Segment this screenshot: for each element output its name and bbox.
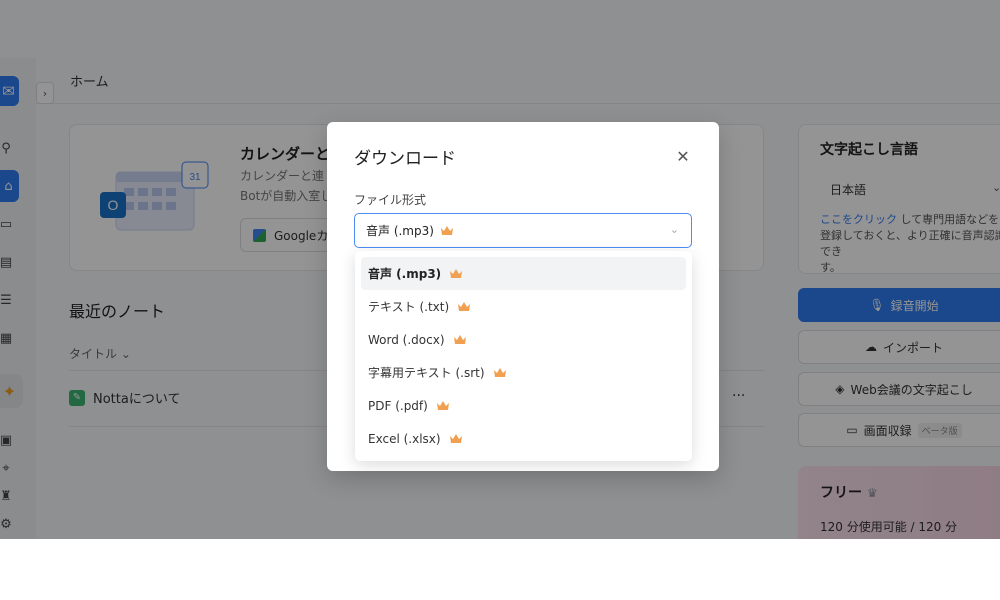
- format-option-txt[interactable]: テキスト (.txt): [361, 290, 686, 323]
- format-option-mp3[interactable]: 音声 (.mp3): [361, 257, 686, 290]
- chevron-down-icon: ⌄: [669, 223, 679, 236]
- crown-icon: [436, 401, 449, 410]
- crown-icon: [493, 368, 506, 377]
- close-icon[interactable]: ✕: [673, 146, 693, 166]
- file-format-dropdown: 音声 (.mp3) テキスト (.txt) Word (.docx) 字幕用テキ…: [355, 251, 692, 461]
- crown-icon: [453, 335, 466, 344]
- file-format-select[interactable]: 音声 (.mp3) ⌄: [354, 213, 692, 248]
- option-label: Word (.docx): [368, 332, 445, 347]
- option-label: 字幕用テキスト (.srt): [368, 366, 485, 380]
- crown-icon: [449, 434, 462, 443]
- crown-icon: [458, 302, 471, 311]
- dialog-title: ダウンロード: [354, 149, 456, 169]
- crown-icon: [440, 226, 453, 235]
- format-option-pdf[interactable]: PDF (.pdf): [361, 389, 686, 422]
- format-option-srt[interactable]: 字幕用テキスト (.srt): [361, 356, 686, 389]
- option-label: テキスト (.txt): [368, 300, 450, 314]
- crown-icon: [450, 269, 463, 278]
- format-option-docx[interactable]: Word (.docx): [361, 323, 686, 356]
- option-label: PDF (.pdf): [368, 398, 428, 413]
- option-label: Excel (.xlsx): [368, 431, 441, 446]
- page-footer-area: [0, 539, 1000, 600]
- format-option-xlsx[interactable]: Excel (.xlsx): [361, 422, 686, 455]
- file-format-label: ファイル形式: [354, 193, 427, 207]
- selected-format: 音声 (.mp3): [366, 224, 434, 238]
- option-label: 音声 (.mp3): [368, 267, 442, 281]
